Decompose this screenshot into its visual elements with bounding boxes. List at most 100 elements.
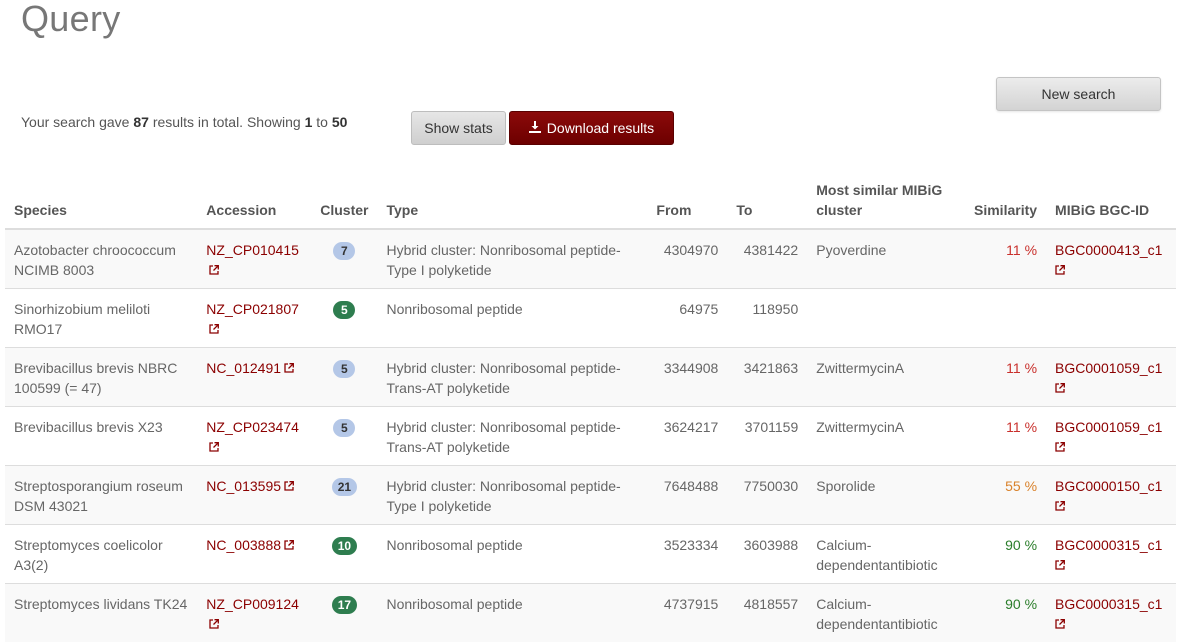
cell-to: 4818557 bbox=[727, 584, 807, 642]
show-stats-label: Show stats bbox=[424, 120, 492, 136]
cell-species: Azotobacter chroococcum NCIMB 8003 bbox=[5, 229, 197, 289]
show-stats-button[interactable]: Show stats bbox=[411, 111, 506, 145]
bgc-text: BGC0001059_c1 bbox=[1055, 419, 1162, 435]
cell-accession: NZ_CP009124 bbox=[197, 584, 311, 642]
accession-text: NZ_CP021807 bbox=[206, 301, 299, 317]
bgc-link[interactable]: BGC0000315_c1 bbox=[1055, 596, 1162, 632]
cell-to: 3603988 bbox=[727, 525, 807, 584]
cell-to: 3701159 bbox=[727, 407, 807, 466]
cluster-badge: 5 bbox=[333, 360, 355, 378]
header-similarity[interactable]: Similarity bbox=[965, 172, 1046, 229]
summary-start: 1 bbox=[305, 114, 313, 130]
cell-accession: NZ_CP010415 bbox=[197, 229, 311, 289]
cell-from: 4737915 bbox=[647, 584, 727, 642]
cluster-badge: 21 bbox=[332, 478, 357, 496]
cell-bgc-id: BGC0001059_c1 bbox=[1046, 407, 1176, 466]
page-title: Query bbox=[21, 0, 121, 40]
header-accession[interactable]: Accession bbox=[197, 172, 311, 229]
cell-cluster: 5 bbox=[311, 407, 377, 466]
header-mibig-cluster[interactable]: Most similar MIBiG cluster bbox=[807, 172, 965, 229]
cell-cluster: 17 bbox=[311, 584, 377, 642]
header-from[interactable]: From bbox=[647, 172, 727, 229]
external-link-icon bbox=[1055, 262, 1065, 278]
external-link-icon bbox=[281, 537, 294, 553]
accession-link[interactable]: NZ_CP021807 bbox=[206, 301, 299, 337]
external-link-icon bbox=[1055, 616, 1065, 632]
cell-mibig-cluster bbox=[807, 289, 965, 348]
summary-total: 87 bbox=[133, 114, 149, 130]
table-row: Brevibacillus brevis NBRC 100599 (= 47) N… bbox=[5, 348, 1176, 407]
bgc-text: BGC0000413_c1 bbox=[1055, 242, 1162, 258]
bgc-link[interactable]: BGC0001059_c1 bbox=[1055, 419, 1162, 455]
bgc-link[interactable]: BGC0000315_c1 bbox=[1055, 537, 1162, 573]
cell-bgc-id: BGC0000150_c1 bbox=[1046, 466, 1176, 525]
cell-species: Brevibacillus brevis NBRC 100599 (= 47) bbox=[5, 348, 197, 407]
cluster-badge: 5 bbox=[333, 301, 355, 319]
cell-to: 4381422 bbox=[727, 229, 807, 289]
header-type[interactable]: Type bbox=[377, 172, 647, 229]
accession-text: NC_012491 bbox=[206, 360, 281, 376]
accession-link[interactable]: NC_003888 bbox=[206, 537, 294, 553]
accession-link[interactable]: NZ_CP010415 bbox=[206, 242, 299, 278]
accession-text: NC_003888 bbox=[206, 537, 281, 553]
cell-accession: NC_003888 bbox=[197, 525, 311, 584]
download-results-label: Download results bbox=[547, 120, 654, 136]
external-link-icon bbox=[1055, 439, 1065, 455]
cell-similarity: 11 % bbox=[965, 407, 1046, 466]
accession-link[interactable]: NZ_CP009124 bbox=[206, 596, 299, 632]
cluster-badge: 10 bbox=[332, 537, 357, 555]
cell-accession: NC_012491 bbox=[197, 348, 311, 407]
cell-type: Nonribosomal peptide bbox=[377, 525, 647, 584]
summary-end: 50 bbox=[332, 114, 348, 130]
external-link-icon bbox=[206, 616, 219, 632]
cell-mibig-cluster: Pyoverdine bbox=[807, 229, 965, 289]
bgc-link[interactable]: BGC0000150_c1 bbox=[1055, 478, 1162, 514]
header-species[interactable]: Species bbox=[5, 172, 197, 229]
accession-text: NZ_CP009124 bbox=[206, 596, 299, 612]
cell-from: 4304970 bbox=[647, 229, 727, 289]
header-cluster[interactable]: Cluster bbox=[311, 172, 377, 229]
cell-mibig-cluster: Calcium-dependentantibiotic bbox=[807, 525, 965, 584]
summary-mid: results in total. Showing bbox=[153, 114, 301, 130]
cell-cluster: 7 bbox=[311, 229, 377, 289]
cell-to: 7750030 bbox=[727, 466, 807, 525]
cell-from: 7648488 bbox=[647, 466, 727, 525]
accession-link[interactable]: NZ_CP023474 bbox=[206, 419, 299, 455]
cell-similarity: 11 % bbox=[965, 348, 1046, 407]
new-search-button[interactable]: New search bbox=[996, 77, 1161, 111]
cell-species: Streptomyces lividans TK24 bbox=[5, 584, 197, 642]
accession-link[interactable]: NC_013595 bbox=[206, 478, 294, 494]
cell-similarity: 55 % bbox=[965, 466, 1046, 525]
download-icon bbox=[529, 120, 541, 136]
summary-to: to bbox=[316, 114, 328, 130]
bgc-text: BGC0000150_c1 bbox=[1055, 478, 1162, 494]
table-row: Streptomyces lividans TK24NZ_CP00912417N… bbox=[5, 584, 1176, 642]
download-results-button[interactable]: Download results bbox=[509, 111, 674, 145]
cell-bgc-id bbox=[1046, 289, 1176, 348]
cluster-badge: 5 bbox=[333, 419, 355, 437]
external-link-icon bbox=[1055, 557, 1065, 573]
header-to[interactable]: To bbox=[727, 172, 807, 229]
header-bgc-id[interactable]: MIBiG BGC-ID bbox=[1046, 172, 1176, 229]
cell-type: Hybrid cluster: Nonribosomal peptide-Typ… bbox=[377, 229, 647, 289]
cell-type: Hybrid cluster: Nonribosomal peptide-Tra… bbox=[377, 407, 647, 466]
cell-similarity: 90 % bbox=[965, 525, 1046, 584]
bgc-link[interactable]: BGC0000413_c1 bbox=[1055, 242, 1162, 278]
external-link-icon bbox=[1055, 498, 1065, 514]
cell-species: Streptomyces coelicolor A3(2) bbox=[5, 525, 197, 584]
external-link-icon bbox=[206, 321, 219, 337]
table-row: Brevibacillus brevis X23NZ_CP023474 5 Hybr… bbox=[5, 407, 1176, 466]
cluster-badge: 17 bbox=[332, 596, 357, 614]
cell-similarity bbox=[965, 289, 1046, 348]
cell-cluster: 10 bbox=[311, 525, 377, 584]
accession-link[interactable]: NC_012491 bbox=[206, 360, 294, 376]
bgc-text: BGC0000315_c1 bbox=[1055, 596, 1162, 612]
cell-accession: NC_013595 bbox=[197, 466, 311, 525]
cell-bgc-id: BGC0000315_c1 bbox=[1046, 584, 1176, 642]
bgc-text: BGC0001059_c1 bbox=[1055, 360, 1162, 376]
cell-species: Brevibacillus brevis X23 bbox=[5, 407, 197, 466]
cell-similarity: 90 % bbox=[965, 584, 1046, 642]
cell-type: Hybrid cluster: Nonribosomal peptide-Tra… bbox=[377, 348, 647, 407]
bgc-link[interactable]: BGC0001059_c1 bbox=[1055, 360, 1162, 396]
table-header-row: Species Accession Cluster Type From To M… bbox=[5, 172, 1176, 229]
